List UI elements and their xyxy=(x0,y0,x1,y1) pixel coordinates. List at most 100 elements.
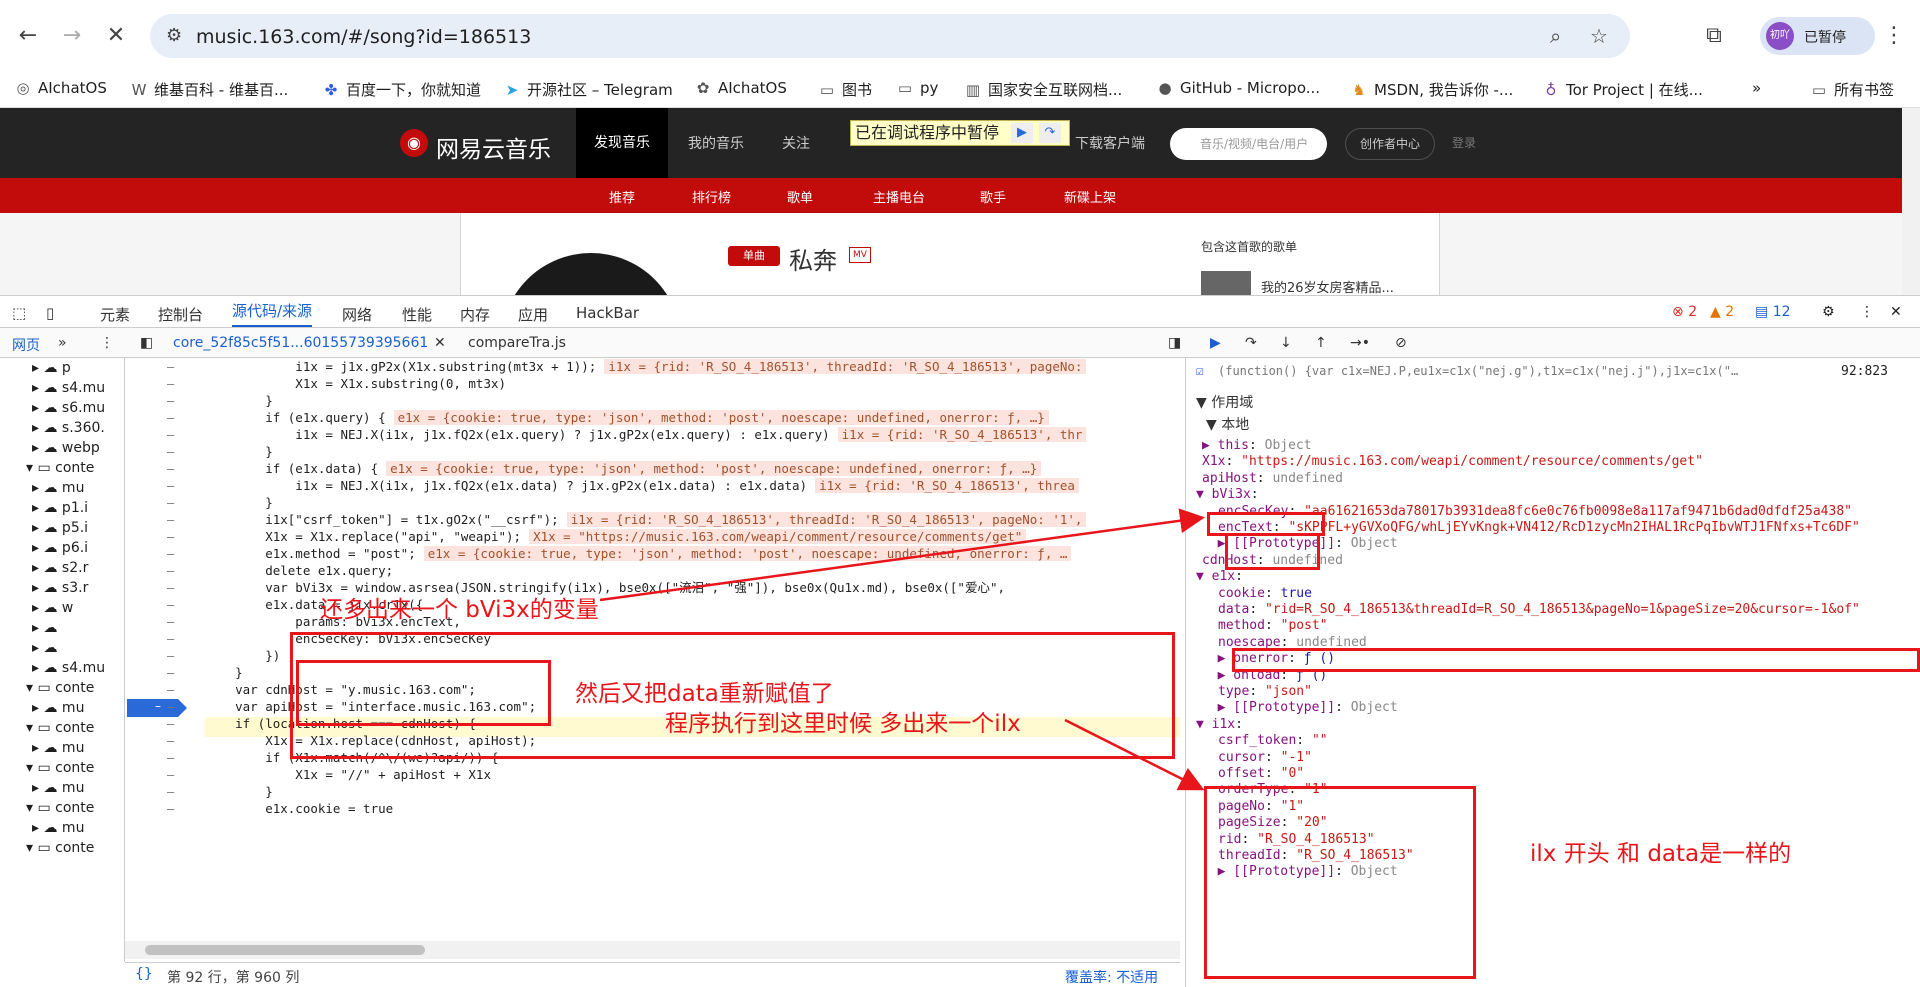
step-over-icon[interactable]: ↷ xyxy=(1245,335,1257,351)
scope-entry[interactable]: type: "json" xyxy=(1218,684,1312,699)
bookmark-item[interactable]: ▥ 国家安全互联网档... xyxy=(964,79,1122,100)
tree-item[interactable]: ▸ ☁ mu xyxy=(32,700,84,716)
line-number[interactable]: – xyxy=(167,513,174,527)
line-number[interactable]: – xyxy=(167,615,174,629)
line-number[interactable]: – xyxy=(167,445,174,459)
tree-item[interactable]: ▸ ☁ w xyxy=(32,600,73,616)
scope-entry[interactable]: data: "rid=R_SO_4_186513&threadId=R_SO_4… xyxy=(1218,602,1860,617)
tree-item[interactable]: ▸ ☁ s4.mu xyxy=(32,380,105,396)
line-number[interactable]: – xyxy=(167,598,174,612)
line-number[interactable]: – xyxy=(167,377,174,391)
code-line[interactable]: e1x.cookie = true xyxy=(205,799,1180,819)
bookmarks-overflow[interactable]: » xyxy=(1752,79,1761,97)
zoom-icon[interactable]: ⌕ xyxy=(1550,24,1561,48)
message-count[interactable]: ▤ 12 xyxy=(1755,304,1791,320)
scope-entry[interactable]: cursor: "-1" xyxy=(1218,750,1312,765)
tab-sources[interactable]: 源代码/来源 xyxy=(232,296,313,327)
scope-entry[interactable]: ▶ this: Object xyxy=(1202,438,1312,453)
star-icon[interactable]: ☆ xyxy=(1590,24,1608,48)
line-gutter[interactable] xyxy=(125,358,205,941)
warning-count[interactable]: ▲ 2 xyxy=(1710,304,1734,320)
logo-text[interactable]: 网易云音乐 xyxy=(436,130,551,164)
nav-download[interactable]: 下载客户端 xyxy=(1075,133,1145,153)
back-icon[interactable]: ← xyxy=(14,22,42,50)
playlist-item[interactable]: 我的26岁女房客精品... xyxy=(1261,277,1394,295)
tree-item[interactable]: ▸ ☁ mu xyxy=(32,740,84,756)
local-scope[interactable]: ▼ 本地 xyxy=(1206,414,1249,434)
scroll-thumb[interactable] xyxy=(145,945,425,955)
scope-section[interactable]: ▼ 作用域 xyxy=(1196,392,1253,412)
line-number[interactable]: – xyxy=(167,785,174,799)
url-text[interactable]: music.163.com/#/song?id=186513 xyxy=(196,26,531,48)
menu-icon[interactable]: ⋮ xyxy=(1880,22,1908,50)
scope-entry[interactable]: ▼ i1x: xyxy=(1196,717,1251,732)
tree-item[interactable]: ▸ ☁ s4.mu xyxy=(32,660,105,676)
subnav-artists[interactable]: 歌手 xyxy=(980,187,1006,206)
scope-entry[interactable]: ▶ [[Prototype]]: Object xyxy=(1202,700,1398,715)
all-bookmarks[interactable]: ▭ 所有书签 xyxy=(1810,79,1894,100)
subnav-radio[interactable]: 主播电台 xyxy=(873,187,925,206)
line-number[interactable]: – xyxy=(167,734,174,748)
mv-icon[interactable]: MV xyxy=(849,247,871,263)
scope-entry[interactable]: offset: "0" xyxy=(1218,766,1304,781)
bookmark-item[interactable]: ➤ 开源社区 – Telegram xyxy=(503,79,673,100)
tree-item[interactable]: ▾ ▭ conte xyxy=(26,760,94,776)
subnav-new-albums[interactable]: 新碟上架 xyxy=(1064,187,1116,206)
navigator-more-icon[interactable]: » xyxy=(58,335,67,351)
site-info-icon[interactable]: ⚙ xyxy=(166,25,182,46)
tree-item[interactable]: ▸ ☁ p5.i xyxy=(32,520,88,536)
line-number[interactable]: – xyxy=(167,479,174,493)
tree-item[interactable]: ▸ ☁ s2.r xyxy=(32,560,88,576)
bookmark-item[interactable]: ▭ 图书 xyxy=(818,79,872,100)
deactivate-breakpoints-icon[interactable]: ⊘ xyxy=(1395,335,1407,351)
tab-hackbar[interactable]: HackBar xyxy=(576,304,639,322)
tab-performance[interactable]: 性能 xyxy=(402,304,432,325)
tree-item[interactable]: ▸ ☁ webp xyxy=(32,440,100,456)
line-number[interactable]: – xyxy=(167,411,174,425)
file-tab-core[interactable]: core_52f85c5f51...60155739395661 xyxy=(173,335,428,351)
inspect-icon[interactable]: ⬚ xyxy=(12,304,26,322)
scope-entry[interactable]: ▼ e1x: xyxy=(1196,569,1251,584)
line-number[interactable]: – xyxy=(167,666,174,680)
line-number[interactable]: – xyxy=(167,802,174,816)
close-tab-icon[interactable]: ✕ xyxy=(434,335,446,351)
line-number[interactable]: – xyxy=(167,581,174,595)
nav-discover[interactable]: 发现音乐 xyxy=(576,108,668,178)
line-number[interactable]: – xyxy=(167,394,174,408)
line-number[interactable]: – xyxy=(167,700,174,714)
nav-follow[interactable]: 关注 xyxy=(782,133,810,153)
subnav-recommend[interactable]: 推荐 xyxy=(609,187,635,206)
nav-my-music[interactable]: 我的音乐 xyxy=(688,133,744,153)
forward-icon[interactable]: → xyxy=(58,22,86,50)
bookmark-item[interactable]: ◎ AIchatOS xyxy=(14,79,106,97)
line-number[interactable]: – xyxy=(167,547,174,561)
tree-item[interactable]: ▸ ☁ xyxy=(32,640,57,656)
bookmark-item[interactable]: ● GitHub - Micropo... xyxy=(1156,79,1320,97)
stop-icon[interactable]: ✕ xyxy=(102,22,130,50)
line-number[interactable]: – xyxy=(167,428,174,442)
netease-logo-icon[interactable]: ◉ xyxy=(400,129,428,157)
bookmark-item[interactable]: ♁ Tor Project | 在线... xyxy=(1542,79,1703,100)
page-scrollbar[interactable] xyxy=(1902,108,1920,295)
tree-item[interactable]: ▸ ☁ xyxy=(32,620,57,636)
tab-network[interactable]: 网络 xyxy=(342,304,372,325)
line-number[interactable]: – xyxy=(167,751,174,765)
login-link[interactable]: 登录 xyxy=(1452,134,1476,151)
bookmark-item[interactable]: ▭ py xyxy=(896,79,939,97)
line-number[interactable]: – xyxy=(167,768,174,782)
bookmark-item[interactable]: ✿ AIchatOS xyxy=(694,79,787,97)
toggle-sidebar-icon[interactable]: ◧ xyxy=(140,335,153,351)
tree-item[interactable]: ▾ ▭ conte xyxy=(26,720,94,736)
playlist-thumbnail[interactable] xyxy=(1201,271,1251,295)
line-number[interactable]: – xyxy=(167,360,174,374)
scope-entry[interactable]: ▼ bVi3x: xyxy=(1196,487,1266,502)
resume-icon[interactable]: ▶ xyxy=(1210,335,1221,351)
file-tab-comparetra[interactable]: compareTra.js xyxy=(468,335,566,351)
callframe-checkbox[interactable]: ☑ xyxy=(1196,364,1204,379)
line-number[interactable]: – xyxy=(167,564,174,578)
settings-icon[interactable]: ⚙ xyxy=(1822,304,1835,320)
navigator-page-tab[interactable]: 网页 xyxy=(12,335,40,355)
tree-item[interactable]: ▾ ▭ conte xyxy=(26,800,94,816)
site-search-input[interactable]: 音乐/视频/电台/用户 xyxy=(1170,128,1327,160)
more-icon[interactable]: ⋮ xyxy=(1860,304,1874,320)
